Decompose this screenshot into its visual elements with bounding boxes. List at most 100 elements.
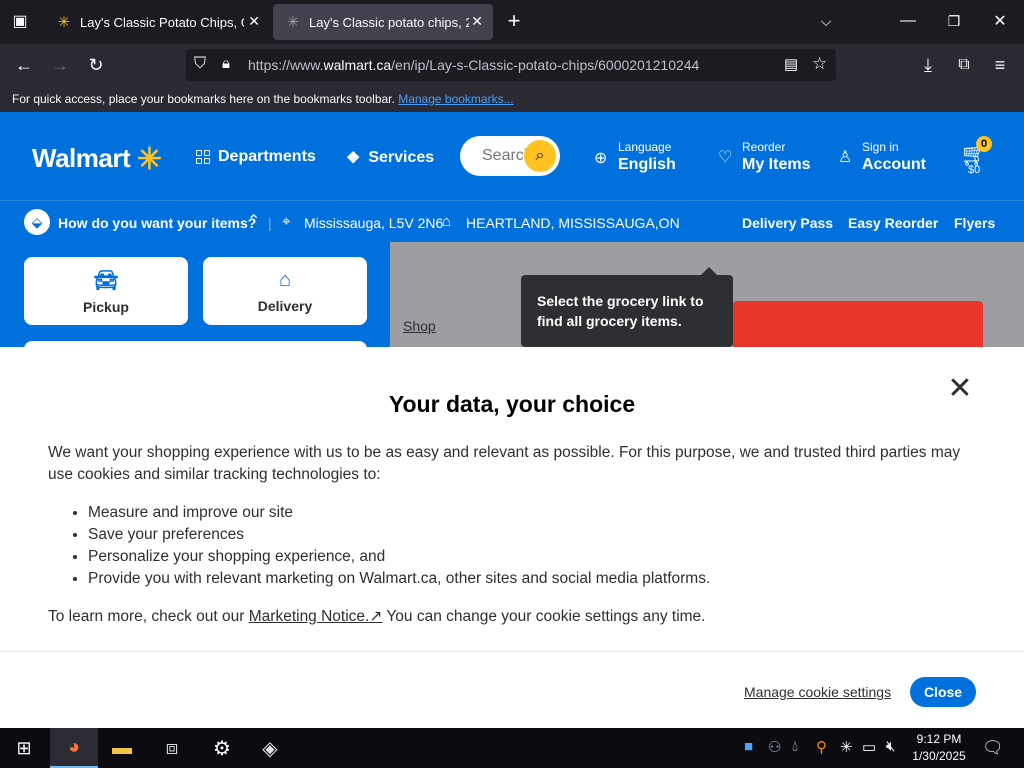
search-icon: ⌕: [535, 147, 545, 164]
cookie-consent-dialog: Your data, your choice ✕ We want your sh…: [0, 347, 1024, 728]
close-button[interactable]: Close: [910, 677, 976, 707]
bookmarks-toolbar: For quick access, place your bookmarks h…: [0, 86, 1024, 112]
car-icon: 🚘︎: [93, 269, 119, 292]
chevron-up-icon[interactable]: ⌃: [247, 211, 260, 231]
network-icon[interactable]: ▭: [862, 738, 876, 756]
cart-total: $0: [968, 164, 981, 176]
manage-cookie-settings-link[interactable]: Manage cookie settings: [744, 684, 891, 700]
volume-muted-icon[interactable]: 🔇︎: [886, 738, 895, 755]
walmart-spark-icon: ✳: [57, 14, 71, 31]
reader-view-icon[interactable]: ▤: [784, 55, 798, 73]
cart-button[interactable]: 🛒︎ 0 $0: [958, 136, 992, 178]
heart-icon: ♡: [718, 149, 733, 166]
taskbar: ⊞ ◕ ▬ ⧈ ⚙ ◈ ■ ⚇ 💧︎ ⚲ ✳ ▭ 🔇︎ 9:12 PM 1/30…: [0, 728, 1024, 768]
app-window-icon[interactable]: ⧈: [148, 728, 196, 768]
globe-icon: ⊕: [594, 150, 608, 167]
notifications-icon[interactable]: 🗨︎: [982, 738, 1004, 758]
close-window-icon[interactable]: ✕: [986, 8, 1014, 34]
account-link[interactable]: ♙ Sign in Account: [838, 140, 926, 174]
reload-icon[interactable]: ↻: [82, 52, 110, 78]
house-icon: ⌂: [278, 268, 292, 291]
reorder-label: Reorder: [742, 140, 786, 154]
reorder-value: My Items: [742, 156, 811, 173]
shop-link[interactable]: Shop: [403, 318, 436, 334]
easy-reorder-link[interactable]: Easy Reorder: [848, 215, 938, 231]
minimize-icon[interactable]: —: [894, 8, 922, 34]
tray-sparkle-icon[interactable]: ✳: [840, 738, 853, 756]
departments-label: Departments: [218, 148, 316, 165]
url-path: /en/ip/Lay-s-Classic-potato-chips/600020…: [391, 57, 700, 73]
fulfillment-prompt[interactable]: How do you want your items?: [58, 215, 256, 231]
url-prefix: https://www.: [248, 57, 324, 73]
services-button[interactable]: ❖ Services: [346, 148, 434, 168]
services-icon: ❖: [346, 150, 361, 167]
tab-inactive[interactable]: ✳ Lay's Classic Potato Chips, Glut ✕: [44, 4, 270, 40]
reorder-link[interactable]: ♡ Reorder My Items: [718, 140, 810, 174]
walmart-logo[interactable]: Walmart ✳: [32, 142, 162, 177]
bookmarks-hint: For quick access, place your bookmarks h…: [12, 92, 395, 106]
delivery-option[interactable]: ⌂ Delivery: [203, 257, 367, 325]
search-box[interactable]: ⌕: [460, 136, 560, 176]
pickup-option[interactable]: 🚘︎ Pickup: [24, 257, 188, 325]
location-text[interactable]: Mississauga, L5V 2N6: [304, 215, 443, 231]
bookmark-star-icon[interactable]: ☆: [812, 54, 827, 74]
grid-icon: [196, 150, 210, 164]
language-value: English: [618, 156, 676, 173]
close-tab-icon[interactable]: ✕: [248, 13, 260, 30]
signin-label: Sign in: [862, 140, 899, 154]
downloads-icon[interactable]: ⤓: [914, 52, 942, 78]
search-input[interactable]: [482, 147, 526, 165]
url-text[interactable]: https://www.walmart.ca/en/ip/Lay-s-Class…: [248, 57, 699, 73]
app-cube-icon[interactable]: ◈: [246, 728, 294, 768]
tray-people-icon[interactable]: ⚇: [768, 738, 781, 756]
extensions-icon[interactable]: ⧉: [950, 52, 978, 78]
pickup-label: Pickup: [83, 298, 129, 315]
departments-button[interactable]: Departments: [196, 148, 316, 166]
tab-overview-icon[interactable]: ▣: [6, 8, 34, 34]
store-icon: ⌂: [442, 213, 452, 230]
new-tab-icon[interactable]: +: [500, 8, 528, 34]
store-text[interactable]: HEARTLAND, MISSISSAUGA,ON: [466, 215, 680, 231]
walmart-spark-icon: ✳: [136, 143, 162, 176]
manage-bookmarks-link[interactable]: Manage bookmarks...: [398, 92, 513, 106]
search-button[interactable]: ⌕: [524, 140, 556, 172]
clock-date: 1/30/2025: [912, 749, 966, 763]
windows-start-icon[interactable]: ⊞: [0, 728, 48, 768]
tab-title: Lay's Classic potato chips, 235g: [309, 14, 469, 30]
shield-icon[interactable]: ⛉: [194, 55, 206, 73]
back-icon[interactable]: ←: [10, 52, 38, 78]
marketing-notice-link[interactable]: Marketing Notice.↗: [249, 608, 383, 625]
language-selector[interactable]: ⊕ Language English: [594, 140, 676, 174]
flyers-link[interactable]: Flyers: [954, 215, 995, 231]
learn-more-text: To learn more, check out our Marketing N…: [48, 606, 706, 628]
settings-gear-icon[interactable]: ⚙: [198, 728, 246, 768]
lock-icon[interactable]: 🔒︎: [222, 55, 230, 72]
tab-active[interactable]: ✳ Lay's Classic potato chips, 235g ✕: [273, 4, 493, 40]
promo-banner[interactable]: [733, 301, 983, 347]
user-icon: ♙: [838, 149, 853, 166]
browser-tab-bar: ▣ ✳ Lay's Classic Potato Chips, Glut ✕ ✳…: [0, 0, 1024, 44]
tray-app-icon[interactable]: ■: [744, 738, 753, 755]
menu-icon[interactable]: ≡: [986, 52, 1014, 78]
file-explorer-icon[interactable]: ▬: [98, 728, 146, 768]
fulfillment-icon[interactable]: ⬙: [24, 209, 50, 235]
delivery-pass-link[interactable]: Delivery Pass: [742, 215, 833, 231]
loading-spark-icon: ✳: [286, 14, 300, 31]
tray-search-icon[interactable]: ⚲: [816, 738, 827, 756]
close-tab-icon[interactable]: ✕: [471, 13, 483, 30]
marketing-notice-label: Marketing Notice.: [248, 608, 370, 625]
forward-icon[interactable]: →: [46, 52, 74, 78]
divider: |: [268, 215, 272, 231]
list-item: Provide you with relevant marketing on W…: [88, 568, 710, 590]
system-clock[interactable]: 9:12 PM 1/30/2025: [908, 731, 970, 765]
tray-drop-icon[interactable]: 💧︎: [792, 738, 798, 755]
cart-count-badge: 0: [976, 136, 992, 152]
url-bar[interactable]: ⛉ 🔒︎ https://www.walmart.ca/en/ip/Lay-s-…: [186, 49, 836, 81]
firefox-icon[interactable]: ◕: [50, 728, 98, 768]
list-tabs-chevron-icon[interactable]: ⌵: [812, 8, 840, 34]
learn-more-suffix: You can change your cookie settings any …: [386, 608, 706, 625]
restore-icon[interactable]: ❐: [940, 8, 968, 34]
location-pin-icon: ⌖: [282, 213, 291, 230]
close-icon[interactable]: ✕: [946, 374, 974, 404]
browser-nav-bar: ← → ↻ ⛉ 🔒︎ https://www.walmart.ca/en/ip/…: [0, 44, 1024, 86]
